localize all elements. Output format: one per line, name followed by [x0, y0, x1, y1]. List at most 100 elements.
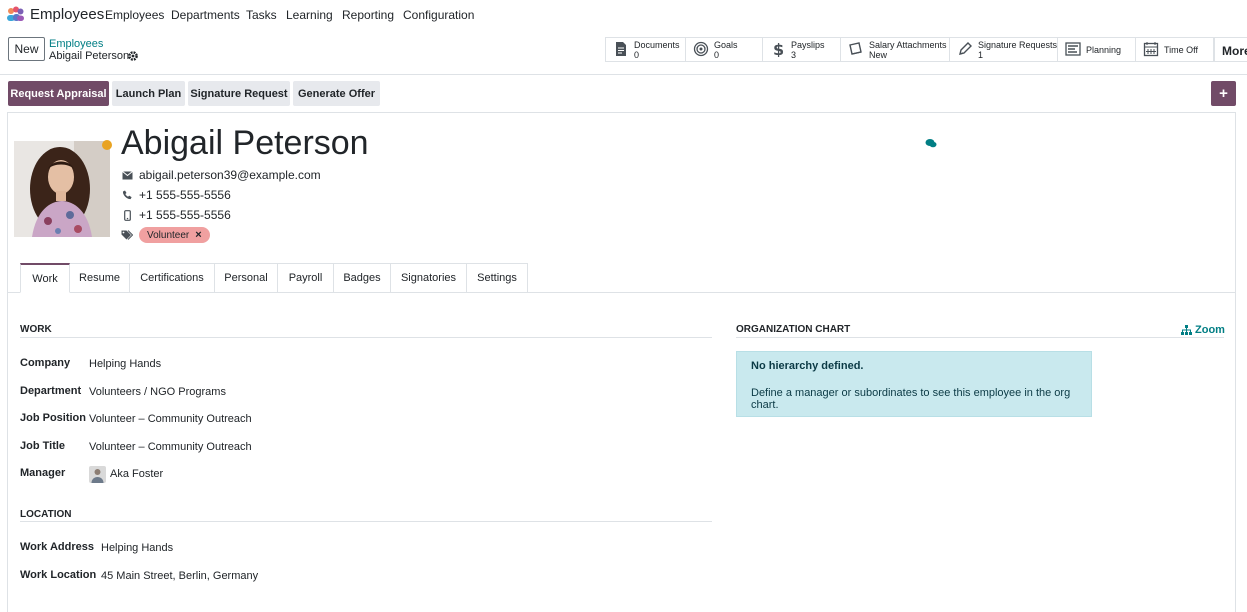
location-section-title: LOCATION — [20, 509, 72, 520]
department-field[interactable]: Volunteers / NGO Programs — [89, 386, 226, 398]
menu-employees[interactable]: Employees — [105, 8, 164, 22]
job-title-field[interactable]: Volunteer – Community Outreach — [89, 441, 252, 453]
work-address-field[interactable]: Helping Hands — [101, 542, 173, 554]
work-address-label: Work Address — [20, 541, 94, 553]
menu-departments[interactable]: Departments — [171, 8, 240, 22]
breadcrumb-employees[interactable]: Employees — [49, 38, 103, 50]
tab-signatories[interactable]: Signatories — [391, 263, 467, 293]
menu-tasks[interactable]: Tasks — [246, 8, 277, 22]
org-alert-text: Define a manager or subordinates to see … — [751, 387, 1071, 411]
org-alert-title: No hierarchy defined. — [751, 360, 864, 372]
smart-button-value: 0 — [714, 50, 720, 60]
smart-button-goals[interactable]: Goals 0 — [686, 37, 763, 62]
request-appraisal-button[interactable]: Request Appraisal — [8, 81, 109, 106]
plus-icon[interactable]: + — [1211, 81, 1236, 106]
mobile-icon — [121, 209, 133, 221]
pen-icon — [959, 42, 972, 55]
planning-icon — [1065, 42, 1081, 56]
work-location-field[interactable]: 45 Main Street, Berlin, Germany — [101, 570, 258, 582]
job-position-label: Job Position — [20, 412, 86, 424]
tag-volunteer[interactable]: Volunteer × — [139, 227, 210, 243]
svg-text:$: $ — [773, 41, 784, 57]
smart-button-value: 0 — [634, 50, 640, 60]
launch-plan-button[interactable]: Launch Plan — [112, 81, 185, 106]
presence-status-dot — [102, 140, 112, 150]
company-label: Company — [20, 357, 71, 369]
target-icon — [693, 41, 709, 57]
org-chart-alert: No hierarchy defined. Define a manager o… — [736, 351, 1092, 417]
menu-configuration[interactable]: Configuration — [403, 8, 474, 22]
menu-learning[interactable]: Learning — [286, 8, 333, 22]
more-button[interactable]: More — [1214, 37, 1247, 62]
app-name[interactable]: Employees — [30, 6, 104, 23]
smart-button-label: Documents — [634, 40, 680, 50]
tab-certifications[interactable]: Certifications — [130, 263, 215, 293]
work-phone-field[interactable]: +1 555-555-5556 — [139, 188, 231, 202]
envelope-icon — [121, 169, 133, 181]
sitemap-icon — [1181, 325, 1192, 335]
calendar-icon — [1143, 42, 1159, 57]
top-navbar: Employees Employees Departments Tasks Le… — [0, 0, 1247, 30]
employees-app-icon[interactable] — [6, 6, 25, 22]
generate-offer-button[interactable]: Generate Offer — [293, 81, 380, 106]
manager-field[interactable]: Aka Foster — [110, 468, 163, 480]
tab-personal[interactable]: Personal — [215, 263, 278, 293]
dollar-icon: $ — [773, 41, 784, 57]
employee-photo-icon — [14, 141, 110, 237]
smart-button-time-off[interactable]: Time Off — [1136, 37, 1214, 62]
document-icon — [616, 42, 626, 56]
zoom-button[interactable]: Zoom — [1181, 324, 1225, 336]
tab-badges[interactable]: Badges — [334, 263, 391, 293]
department-label: Department — [20, 385, 82, 397]
smart-button-label: Goals — [714, 40, 738, 50]
gear-icon[interactable] — [127, 50, 139, 62]
smart-button-value: 3 — [791, 50, 797, 60]
signature-request-button[interactable]: Signature Request — [188, 81, 290, 106]
mobile-phone-field[interactable]: +1 555-555-5556 — [139, 208, 231, 222]
tags-icon — [121, 229, 133, 241]
smart-button-signature-requests[interactable]: Signature Requests 1 — [950, 37, 1058, 62]
manager-avatar — [89, 466, 106, 483]
tab-work[interactable]: Work — [20, 263, 70, 293]
company-field[interactable]: Helping Hands — [89, 358, 161, 370]
chat-icon[interactable] — [925, 138, 937, 149]
employee-avatar[interactable] — [14, 141, 110, 237]
smart-button-label: Signature Requests — [978, 40, 1058, 50]
smart-button-label: Payslips — [791, 40, 825, 50]
smart-button-label: Salary Attachments — [869, 40, 947, 50]
breadcrumb-current: Abigail Peterson — [49, 50, 130, 62]
org-chart-title: ORGANIZATION CHART — [736, 324, 851, 335]
phone-icon — [121, 189, 133, 201]
job-position-field[interactable]: Volunteer – Community Outreach — [89, 413, 252, 425]
tag-label: Volunteer — [147, 229, 190, 241]
menu-reporting[interactable]: Reporting — [342, 8, 394, 22]
smart-button-payslips[interactable]: $ Payslips 3 — [763, 37, 841, 62]
smart-button-documents[interactable]: Documents 0 — [605, 37, 686, 62]
smart-button-value: New — [869, 50, 888, 60]
money-icon — [849, 42, 862, 55]
new-button[interactable]: New — [8, 37, 45, 61]
work-section-title: WORK — [20, 324, 52, 335]
smart-button-label: Planning — [1086, 45, 1122, 55]
job-title-label: Job Title — [20, 440, 66, 452]
smart-button-planning[interactable]: Planning — [1058, 37, 1136, 62]
zoom-label: Zoom — [1195, 324, 1225, 336]
smart-button-salary-attachments[interactable]: Salary Attachments New — [841, 37, 950, 62]
smart-button-value: 1 — [978, 50, 984, 60]
section-divider — [736, 337, 1224, 338]
tab-resume[interactable]: Resume — [70, 263, 130, 293]
mobile-phone-row: +1 555-555-5556 — [121, 207, 231, 223]
tab-settings[interactable]: Settings — [467, 263, 528, 293]
email-field[interactable]: abigail.peterson39@example.com — [139, 168, 321, 182]
smart-button-label: Time Off — [1164, 45, 1199, 55]
action-bar: Request Appraisal Launch Plan Signature … — [0, 75, 1247, 111]
tags-row — [121, 227, 139, 243]
manager-label: Manager — [20, 467, 66, 479]
remove-tag-icon[interactable]: × — [195, 229, 201, 241]
control-panel: New Employees Abigail Peterson Documents… — [0, 30, 1247, 75]
email-row: abigail.peterson39@example.com — [121, 167, 321, 183]
section-divider — [20, 337, 712, 338]
tab-payroll[interactable]: Payroll — [278, 263, 334, 293]
employee-name[interactable]: Abigail Peterson — [121, 124, 369, 163]
work-phone-row: +1 555-555-5556 — [121, 187, 231, 203]
